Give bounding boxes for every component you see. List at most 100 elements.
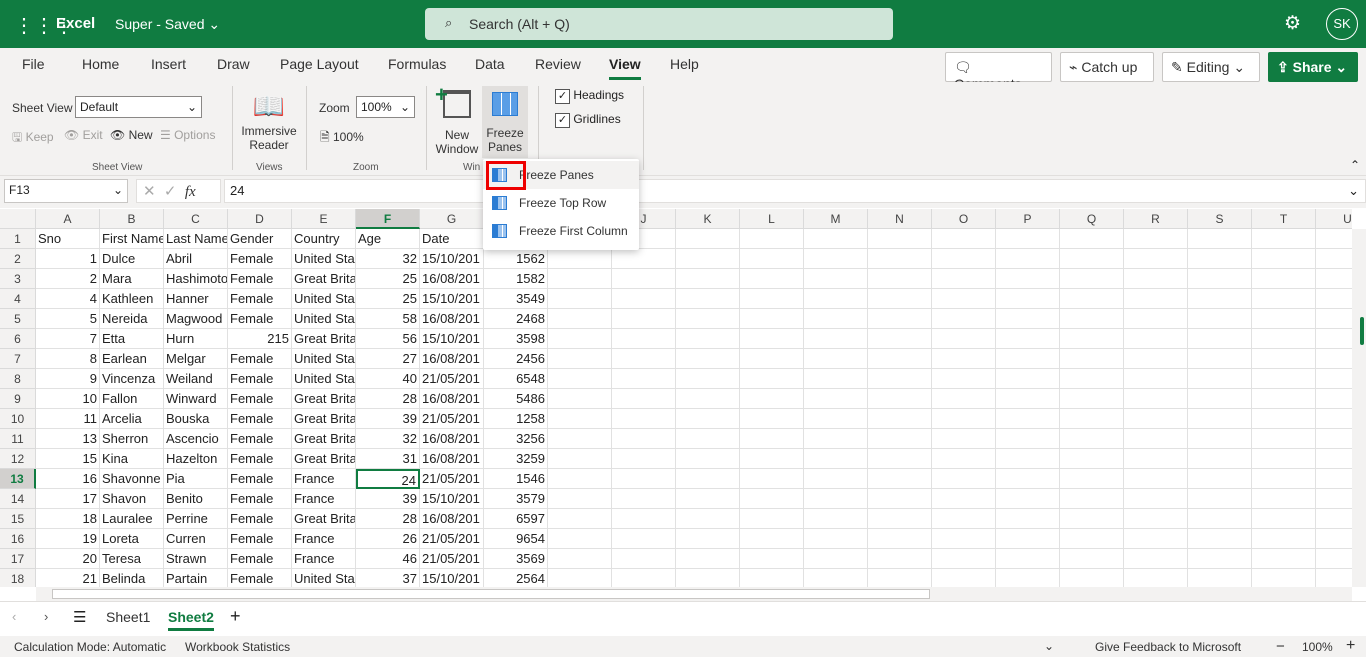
cell-J16[interactable]: [612, 529, 676, 549]
column-header-O[interactable]: O: [932, 209, 996, 229]
cell-A13[interactable]: 16: [36, 469, 100, 489]
cell-A12[interactable]: 15: [36, 449, 100, 469]
cell-D14[interactable]: Female: [228, 489, 292, 509]
cell-T11[interactable]: [1252, 429, 1316, 449]
cell-T7[interactable]: [1252, 349, 1316, 369]
cell-S18[interactable]: [1188, 569, 1252, 587]
cell-D18[interactable]: Female: [228, 569, 292, 587]
cell-P3[interactable]: [996, 269, 1060, 289]
cell-C14[interactable]: Benito: [164, 489, 228, 509]
cell-I17[interactable]: [548, 549, 612, 569]
cell-N13[interactable]: [868, 469, 932, 489]
cell-I6[interactable]: [548, 329, 612, 349]
cell-R12[interactable]: [1124, 449, 1188, 469]
cell-C4[interactable]: Hanner: [164, 289, 228, 309]
row-header-15[interactable]: 15: [0, 509, 36, 529]
cell-U3[interactable]: [1316, 269, 1352, 289]
cell-S1[interactable]: [1188, 229, 1252, 249]
tab-formulas[interactable]: Formulas: [388, 56, 446, 72]
cell-Q5[interactable]: [1060, 309, 1124, 329]
cell-T3[interactable]: [1252, 269, 1316, 289]
sheet-tab-sheet2[interactable]: Sheet2: [168, 609, 214, 631]
column-header-R[interactable]: R: [1124, 209, 1188, 229]
cell-G1[interactable]: Date: [420, 229, 484, 249]
row-header-6[interactable]: 6: [0, 329, 36, 349]
cell-P11[interactable]: [996, 429, 1060, 449]
column-header-C[interactable]: C: [164, 209, 228, 229]
cell-I15[interactable]: [548, 509, 612, 529]
cell-S12[interactable]: [1188, 449, 1252, 469]
freeze-panes-button[interactable]: FreezePanes ⌄: [482, 86, 528, 168]
cell-K6[interactable]: [676, 329, 740, 349]
cell-H17[interactable]: 3569: [484, 549, 548, 569]
cell-K2[interactable]: [676, 249, 740, 269]
cell-T12[interactable]: [1252, 449, 1316, 469]
cell-O3[interactable]: [932, 269, 996, 289]
cell-B9[interactable]: Fallon: [100, 389, 164, 409]
cell-E1[interactable]: Country: [292, 229, 356, 249]
feedback-link[interactable]: Give Feedback to Microsoft: [1095, 640, 1241, 654]
cell-H10[interactable]: 1258: [484, 409, 548, 429]
cell-H7[interactable]: 2456: [484, 349, 548, 369]
cell-C17[interactable]: Strawn: [164, 549, 228, 569]
cell-E6[interactable]: Great Brita: [292, 329, 356, 349]
tab-insert[interactable]: Insert: [151, 56, 186, 72]
cell-N1[interactable]: [868, 229, 932, 249]
cell-G3[interactable]: 16/08/201: [420, 269, 484, 289]
cell-P1[interactable]: [996, 229, 1060, 249]
cell-J6[interactable]: [612, 329, 676, 349]
cell-E7[interactable]: United Sta: [292, 349, 356, 369]
cell-A11[interactable]: 13: [36, 429, 100, 449]
cell-I7[interactable]: [548, 349, 612, 369]
cell-J18[interactable]: [612, 569, 676, 587]
cell-S5[interactable]: [1188, 309, 1252, 329]
cell-T5[interactable]: [1252, 309, 1316, 329]
formula-input[interactable]: 24 ⌄: [224, 179, 1366, 203]
cell-F12[interactable]: 31: [356, 449, 420, 469]
cell-A2[interactable]: 1: [36, 249, 100, 269]
row-header-10[interactable]: 10: [0, 409, 36, 429]
cell-M4[interactable]: [804, 289, 868, 309]
cell-F2[interactable]: 32: [356, 249, 420, 269]
cell-T8[interactable]: [1252, 369, 1316, 389]
search-input[interactable]: ⌕ Search (Alt + Q): [425, 8, 893, 40]
cell-E8[interactable]: United Sta: [292, 369, 356, 389]
cell-R8[interactable]: [1124, 369, 1188, 389]
cell-I8[interactable]: [548, 369, 612, 389]
cell-P13[interactable]: [996, 469, 1060, 489]
new-window-button[interactable]: + New Window: [434, 82, 480, 158]
cell-S17[interactable]: [1188, 549, 1252, 569]
column-header-E[interactable]: E: [292, 209, 356, 229]
cell-G15[interactable]: 16/08/201: [420, 509, 484, 529]
cell-P4[interactable]: [996, 289, 1060, 309]
cell-P16[interactable]: [996, 529, 1060, 549]
cell-U1[interactable]: [1316, 229, 1352, 249]
cell-A17[interactable]: 20: [36, 549, 100, 569]
cell-F6[interactable]: 56: [356, 329, 420, 349]
cell-D2[interactable]: Female: [228, 249, 292, 269]
cell-L3[interactable]: [740, 269, 804, 289]
cell-Q2[interactable]: [1060, 249, 1124, 269]
cell-G6[interactable]: 15/10/201: [420, 329, 484, 349]
cell-A14[interactable]: 17: [36, 489, 100, 509]
cell-U16[interactable]: [1316, 529, 1352, 549]
cell-N15[interactable]: [868, 509, 932, 529]
cell-A10[interactable]: 11: [36, 409, 100, 429]
cell-P18[interactable]: [996, 569, 1060, 587]
cell-H8[interactable]: 6548: [484, 369, 548, 389]
row-header-11[interactable]: 11: [0, 429, 36, 449]
column-header-U[interactable]: U: [1316, 209, 1352, 229]
cell-K8[interactable]: [676, 369, 740, 389]
cell-U13[interactable]: [1316, 469, 1352, 489]
cell-K13[interactable]: [676, 469, 740, 489]
cell-O4[interactable]: [932, 289, 996, 309]
cell-H13[interactable]: 1546: [484, 469, 548, 489]
cell-J13[interactable]: [612, 469, 676, 489]
cell-S16[interactable]: [1188, 529, 1252, 549]
row-header-5[interactable]: 5: [0, 309, 36, 329]
cell-M3[interactable]: [804, 269, 868, 289]
column-header-G[interactable]: G: [420, 209, 484, 229]
cell-G9[interactable]: 16/08/201: [420, 389, 484, 409]
cell-B1[interactable]: First Name: [100, 229, 164, 249]
cell-S9[interactable]: [1188, 389, 1252, 409]
